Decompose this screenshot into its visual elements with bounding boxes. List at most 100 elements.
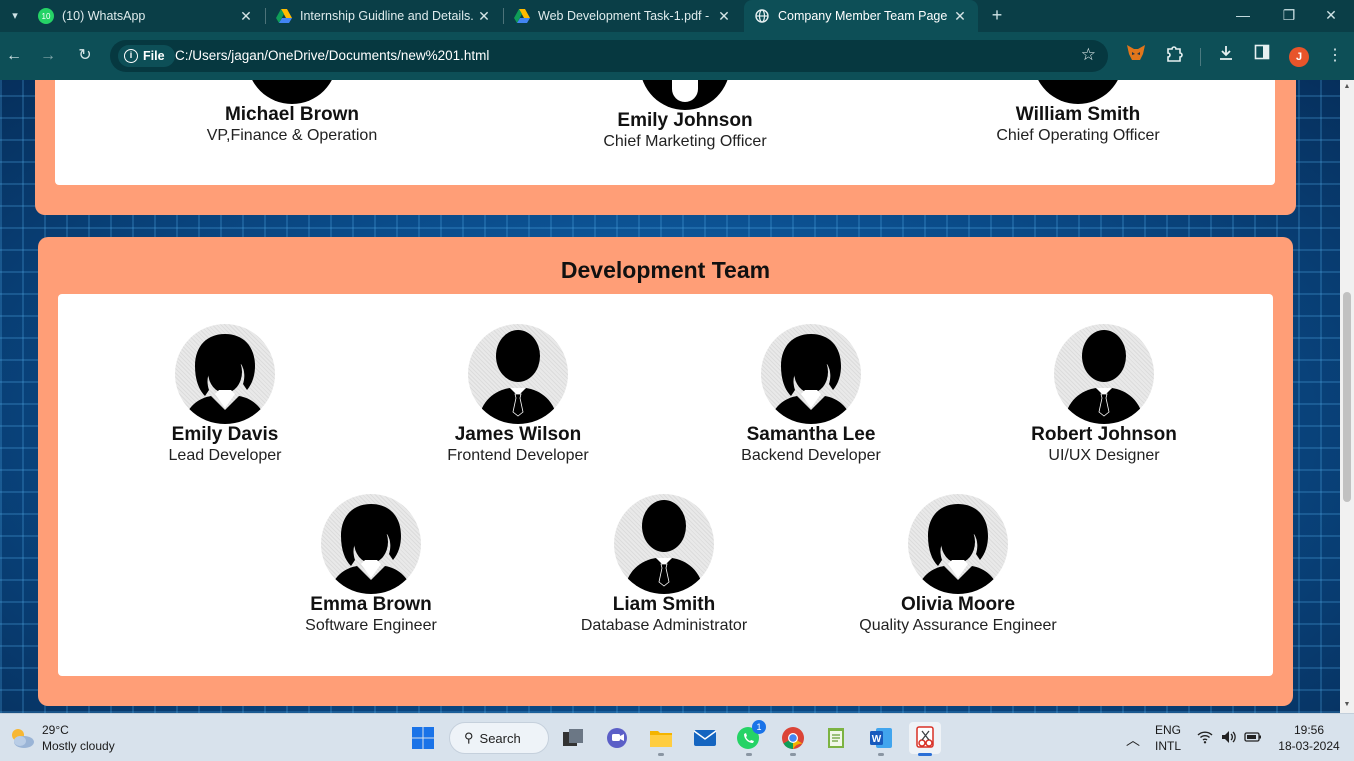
back-icon[interactable]: ← [2,44,26,68]
weather-condition: Mostly cloudy [42,739,115,753]
whatsapp-icon: 10 [38,8,54,24]
browser-toolbar: ← → ↻ i File C:/Users/jagan/OneDrive/Doc… [0,32,1354,80]
scrollbar-thumb[interactable] [1343,292,1351,502]
development-team-card: Development Team Emily Davis Lead Develo… [38,237,1293,706]
google-drive-icon [276,8,292,24]
whatsapp-notification-badge: 1 [752,720,766,734]
battery-icon[interactable] [1244,730,1262,747]
close-icon[interactable]: ✕ [950,8,970,25]
tab-search-button[interactable]: ▾ [4,6,26,26]
member-name: James Wilson [454,424,582,445]
browser-tab-strip: ▾ 10 (10) WhatsApp ✕ Internship Guidline… [0,0,1354,32]
info-icon: i [124,49,138,63]
svg-text:W: W [872,734,882,745]
whatsapp-tab-badge: 10 [42,12,51,21]
notepad-icon[interactable] [821,722,853,754]
member-name: Emily Johnson [617,110,753,131]
male-avatar-icon [247,80,337,104]
address-bar[interactable]: i File C:/Users/jagan/OneDrive/Documents… [110,40,1108,72]
forward-icon[interactable]: → [36,44,60,68]
windows-taskbar: 29°C Mostly cloudy ⚲ Search 1 W ︿ ENG IN… [0,713,1354,761]
team-member-card: Emily Johnson Chief Marketing Officer [555,80,815,151]
partly-cloudy-icon [12,729,34,748]
whatsapp-app-icon[interactable]: 1 [733,720,766,756]
chevron-up-icon[interactable]: ︿ [1126,730,1140,750]
speaker-icon[interactable] [1221,730,1237,747]
member-name: Samantha Lee [746,424,876,445]
tab-internship-guideline[interactable]: Internship Guidline and Details. ✕ [266,0,502,32]
close-window-button[interactable]: ✕ [1308,0,1354,32]
page-viewport: Michael Brown VP,Finance & Operation Emi… [0,80,1340,713]
leadership-team-card: Michael Brown VP,Finance & Operation Emi… [35,80,1296,215]
extensions-puzzle-icon[interactable] [1162,44,1186,68]
team-member-card: Robert Johnson UI/UX Designer [974,324,1234,465]
member-role: VP,Finance & Operation [206,127,378,144]
clock-date: 18-03-2024 [1278,739,1340,753]
close-icon[interactable]: ✕ [714,8,734,25]
team-member-card: Michael Brown VP,Finance & Operation [162,80,422,145]
female-avatar-icon [761,324,861,424]
tab-web-development-task[interactable]: Web Development Task-1.pdf - ✕ [504,0,742,32]
clock-time: 19:56 [1293,723,1325,737]
restore-window-button[interactable]: ❐ [1266,0,1312,32]
url-text[interactable]: C:/Users/jagan/OneDrive/Documents/new%20… [175,48,489,63]
female-avatar-icon [908,494,1008,594]
browser-menu-icon[interactable]: ⋮ [1323,44,1347,68]
teams-chat-icon[interactable] [601,722,633,754]
team-member-card: William Smith Chief Operating Officer [948,80,1208,145]
toolbar-divider [1200,48,1201,66]
tab-company-member-team-page[interactable]: Company Member Team Page ✕ [744,0,978,32]
team-member-card: Emily Davis Lead Developer [95,324,355,465]
female-avatar-icon [175,324,275,424]
member-role: Frontend Developer [447,447,589,464]
member-name: Liam Smith [612,594,716,615]
tab-whatsapp[interactable]: 10 (10) WhatsApp ✕ [28,0,264,32]
search-icon: ⚲ [464,730,474,745]
team-member-card: Samantha Lee Backend Developer [681,324,941,465]
task-view-icon[interactable] [557,722,589,754]
member-role: Chief Operating Officer [996,127,1160,144]
download-icon[interactable] [1214,44,1238,68]
new-tab-button[interactable]: + [986,4,1008,26]
language-code: ENG [1154,723,1181,737]
profile-avatar[interactable]: J [1289,47,1309,67]
mail-icon[interactable] [689,722,721,754]
member-name: William Smith [1015,104,1141,125]
word-icon[interactable]: W [865,722,897,756]
member-role: Quality Assurance Engineer [859,617,1057,634]
leadership-members-panel: Michael Brown VP,Finance & Operation Emi… [55,80,1275,185]
member-role: Lead Developer [168,447,282,464]
page-scrollbar[interactable]: ▲ ▼ [1340,80,1354,713]
close-icon[interactable]: ✕ [474,8,494,25]
google-drive-icon [514,8,530,24]
reload-icon[interactable]: ↻ [73,44,97,68]
male-avatar-icon [1054,324,1154,424]
scroll-up-arrow-icon[interactable]: ▲ [1343,83,1351,91]
scroll-down-arrow-icon[interactable]: ▼ [1343,701,1351,709]
globe-icon [754,8,770,24]
file-explorer-icon[interactable] [645,722,677,756]
member-role: Software Engineer [305,617,437,634]
bookmark-star-icon[interactable]: ☆ [1081,45,1096,65]
tab-title: Company Member Team Page [778,9,948,23]
search-label: Search [479,730,521,746]
chrome-icon[interactable] [777,722,809,756]
snipping-tool-icon[interactable] [909,722,941,756]
minimize-window-button[interactable]: — [1220,0,1266,32]
wifi-icon[interactable] [1197,730,1213,747]
taskbar-search-box[interactable]: ⚲ Search [449,722,549,754]
member-name: Olivia Moore [900,594,1016,615]
weather-widget[interactable]: 29°C Mostly cloudy [8,722,115,754]
language-indicator[interactable]: ENG INTL [1150,722,1186,754]
side-panel-icon[interactable] [1250,44,1274,68]
tab-title: Web Development Task-1.pdf - [538,9,710,23]
female-avatar-icon [321,494,421,594]
site-info-chip[interactable]: i File [118,45,175,67]
system-clock[interactable]: 19:56 18-03-2024 [1272,722,1346,754]
male-avatar-icon [1033,80,1123,104]
close-icon[interactable]: ✕ [236,8,256,25]
member-role: UI/UX Designer [1048,447,1160,464]
metamask-fox-icon[interactable] [1124,44,1148,68]
windows-start-icon[interactable] [407,722,439,754]
tab-title: (10) WhatsApp [62,9,146,23]
